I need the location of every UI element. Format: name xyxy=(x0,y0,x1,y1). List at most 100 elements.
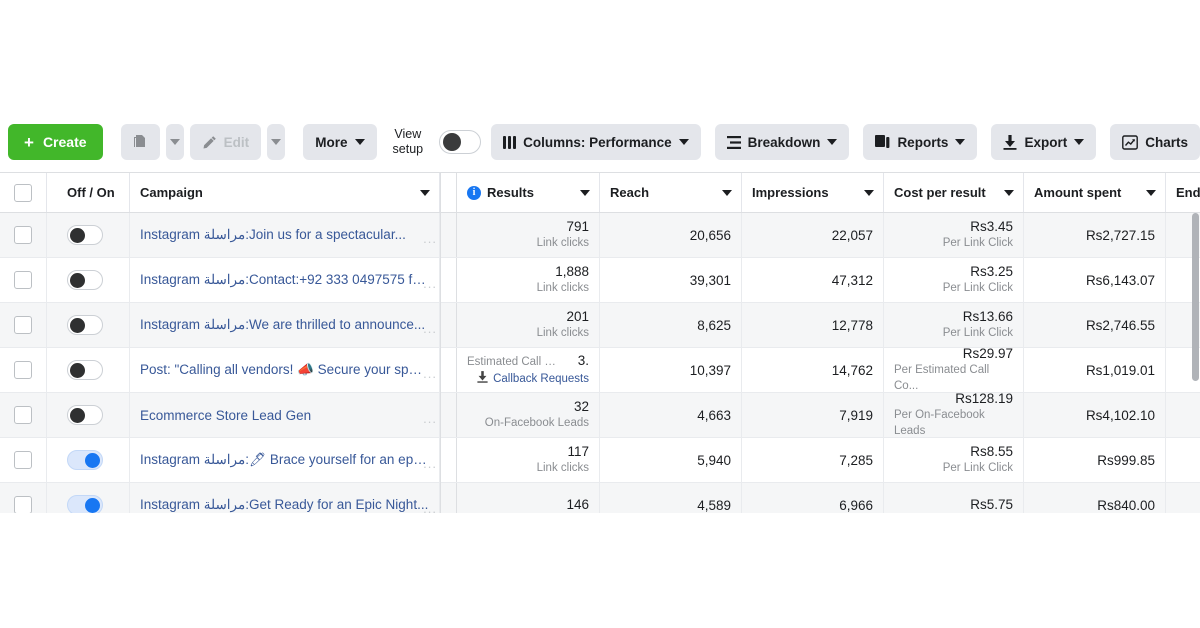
header-off-on[interactable]: Off / On xyxy=(47,173,130,212)
row-select-cell[interactable] xyxy=(0,303,47,347)
row-checkbox[interactable] xyxy=(14,271,32,289)
campaign-name-link[interactable]: Ecommerce Store Lead Gen xyxy=(140,408,311,423)
row-select-cell[interactable] xyxy=(0,258,47,302)
row-toggle-cell[interactable] xyxy=(47,213,130,257)
chevron-down-icon[interactable] xyxy=(864,189,874,196)
duplicate-button[interactable] xyxy=(120,124,160,160)
campaign-name-cell[interactable]: Instagram مراسلة:Join us for a spectacul… xyxy=(130,213,440,257)
row-select-cell[interactable] xyxy=(0,393,47,437)
export-button[interactable]: Export xyxy=(991,124,1097,160)
campaign-status-toggle[interactable] xyxy=(67,360,103,380)
edit-dropdown-button[interactable] xyxy=(267,124,286,160)
row-overflow-menu[interactable]: ... xyxy=(423,276,437,291)
info-icon[interactable]: i xyxy=(467,185,481,200)
header-cost-per-result[interactable]: Cost per result xyxy=(884,173,1024,212)
header-results[interactable]: i Results xyxy=(457,173,600,212)
edit-button[interactable]: Edit xyxy=(189,124,262,160)
campaign-status-toggle[interactable] xyxy=(67,495,103,513)
campaign-name-link[interactable]: Post: "Calling all vendors! 📣 Secure you… xyxy=(140,362,429,378)
header-impressions[interactable]: Impressions xyxy=(742,173,884,212)
create-button-label: Create xyxy=(42,134,87,150)
row-select-cell[interactable] xyxy=(0,438,47,482)
row-overflow-menu[interactable]: ... xyxy=(423,501,437,513)
row-toggle-cell[interactable] xyxy=(47,348,130,392)
vertical-scrollbar[interactable] xyxy=(1191,213,1200,513)
row-checkbox[interactable] xyxy=(14,496,32,513)
header-ends[interactable]: Ends xyxy=(1166,173,1200,212)
campaign-name-link[interactable]: Instagram مراسلة:Join us for a spectacul… xyxy=(140,227,406,243)
cost-per-result-cell: Rs3.25 Per Link Click xyxy=(884,258,1024,302)
header-campaign[interactable]: Campaign xyxy=(130,173,440,212)
callback-requests-link[interactable]: Callback Requests xyxy=(467,370,589,388)
campaign-name-cell[interactable]: Instagram مراسلة:Get Ready for an Epic N… xyxy=(130,483,440,513)
more-button[interactable]: More xyxy=(303,124,377,160)
campaign-name-cell[interactable]: Instagram مراسلة:Contact:+92 333 0497575… xyxy=(130,258,440,302)
campaign-name-link[interactable]: Instagram مراسلة:Contact:+92 333 0497575… xyxy=(140,272,429,288)
chevron-down-icon[interactable] xyxy=(722,189,732,196)
campaign-status-toggle[interactable] xyxy=(67,315,103,335)
create-button[interactable]: + Create xyxy=(8,124,103,160)
campaign-name-cell[interactable]: Ecommerce Store Lead Gen... xyxy=(130,393,440,437)
row-overflow-menu[interactable]: ... xyxy=(423,366,437,381)
table-row[interactable]: Instagram مراسلة:🖊 Brace yourself for an… xyxy=(0,438,1200,483)
campaign-name-cell[interactable]: Instagram مراسلة:We are thrilled to anno… xyxy=(130,303,440,347)
impressions-value: 22,057 xyxy=(831,227,873,243)
view-setup-toggle[interactable] xyxy=(439,130,482,154)
header-select-all[interactable] xyxy=(0,173,47,212)
chevron-down-icon[interactable] xyxy=(580,189,590,196)
row-checkbox[interactable] xyxy=(14,361,32,379)
table-row[interactable]: Ecommerce Store Lead Gen... 32 On-Facebook… xyxy=(0,391,1200,438)
breakdown-button[interactable]: Breakdown xyxy=(714,124,850,160)
row-overflow-menu[interactable]: ... xyxy=(423,411,437,426)
campaign-name-link[interactable]: Instagram مراسلة:Get Ready for an Epic N… xyxy=(140,497,428,513)
row-toggle-cell[interactable] xyxy=(47,438,130,482)
row-select-cell[interactable] xyxy=(0,213,47,257)
row-overflow-menu[interactable]: ... xyxy=(423,231,437,246)
row-select-cell[interactable] xyxy=(0,348,47,392)
campaign-status-toggle[interactable] xyxy=(67,270,103,290)
cost-label: Per Estimated Call Co... xyxy=(894,364,990,392)
row-checkbox[interactable] xyxy=(14,316,32,334)
row-toggle-cell[interactable] xyxy=(47,303,130,347)
select-all-checkbox[interactable] xyxy=(14,183,32,202)
chevron-down-icon[interactable] xyxy=(1146,189,1156,196)
row-checkbox[interactable] xyxy=(14,226,32,244)
table-row[interactable]: Instagram مراسلة:We are thrilled to anno… xyxy=(0,303,1200,348)
row-checkbox[interactable] xyxy=(14,406,32,424)
cost-stack: Rs13.66 Per Link Click xyxy=(894,309,1013,341)
row-overflow-menu[interactable]: ... xyxy=(423,456,437,471)
campaign-name-link[interactable]: Instagram مراسلة:🖊 Brace yourself for an… xyxy=(140,452,429,468)
table-row[interactable]: Instagram مراسلة:Contact:+92 333 0497575… xyxy=(0,258,1200,303)
campaign-status-toggle[interactable] xyxy=(67,450,103,470)
row-toggle-cell[interactable] xyxy=(47,258,130,302)
toolbar: + Create Edit More View setup Columns: P… xyxy=(0,112,1200,172)
results-value: 32 xyxy=(573,399,589,414)
table-row[interactable]: Instagram مراسلة:Get Ready for an Epic N… xyxy=(0,483,1200,513)
campaign-status-toggle[interactable] xyxy=(67,405,103,425)
scrollbar-thumb[interactable] xyxy=(1192,213,1199,381)
duplicate-dropdown-button[interactable] xyxy=(165,124,184,160)
breakdown-button-label: Breakdown xyxy=(747,134,821,150)
cost-label: Per Link Click xyxy=(942,327,1013,339)
chevron-down-icon[interactable] xyxy=(1004,189,1014,196)
chevron-down-icon[interactable] xyxy=(420,189,430,196)
charts-button[interactable]: Charts xyxy=(1110,124,1200,160)
header-amount-spent[interactable]: Amount spent xyxy=(1024,173,1166,212)
row-select-cell[interactable] xyxy=(0,483,47,513)
toggle-knob xyxy=(85,498,100,513)
header-impressions-label: Impressions xyxy=(752,185,829,200)
campaign-name-cell[interactable]: Instagram مراسلة:🖊 Brace yourself for an… xyxy=(130,438,440,482)
columns-button[interactable]: Columns: Performance xyxy=(491,124,701,160)
campaign-status-toggle[interactable] xyxy=(67,225,103,245)
toggle-knob xyxy=(70,363,85,378)
row-toggle-cell[interactable] xyxy=(47,393,130,437)
table-row[interactable]: Post: "Calling all vendors! 📣 Secure you… xyxy=(0,346,1200,393)
row-overflow-menu[interactable]: ... xyxy=(423,321,437,336)
reports-button[interactable]: Reports xyxy=(863,124,978,160)
table-row[interactable]: Instagram مراسلة:Join us for a spectacul… xyxy=(0,213,1200,258)
row-checkbox[interactable] xyxy=(14,451,32,469)
campaign-name-link[interactable]: Instagram مراسلة:We are thrilled to anno… xyxy=(140,317,425,333)
header-reach[interactable]: Reach xyxy=(600,173,742,212)
row-toggle-cell[interactable] xyxy=(47,483,130,513)
campaign-name-cell[interactable]: Post: "Calling all vendors! 📣 Secure you… xyxy=(130,348,440,392)
